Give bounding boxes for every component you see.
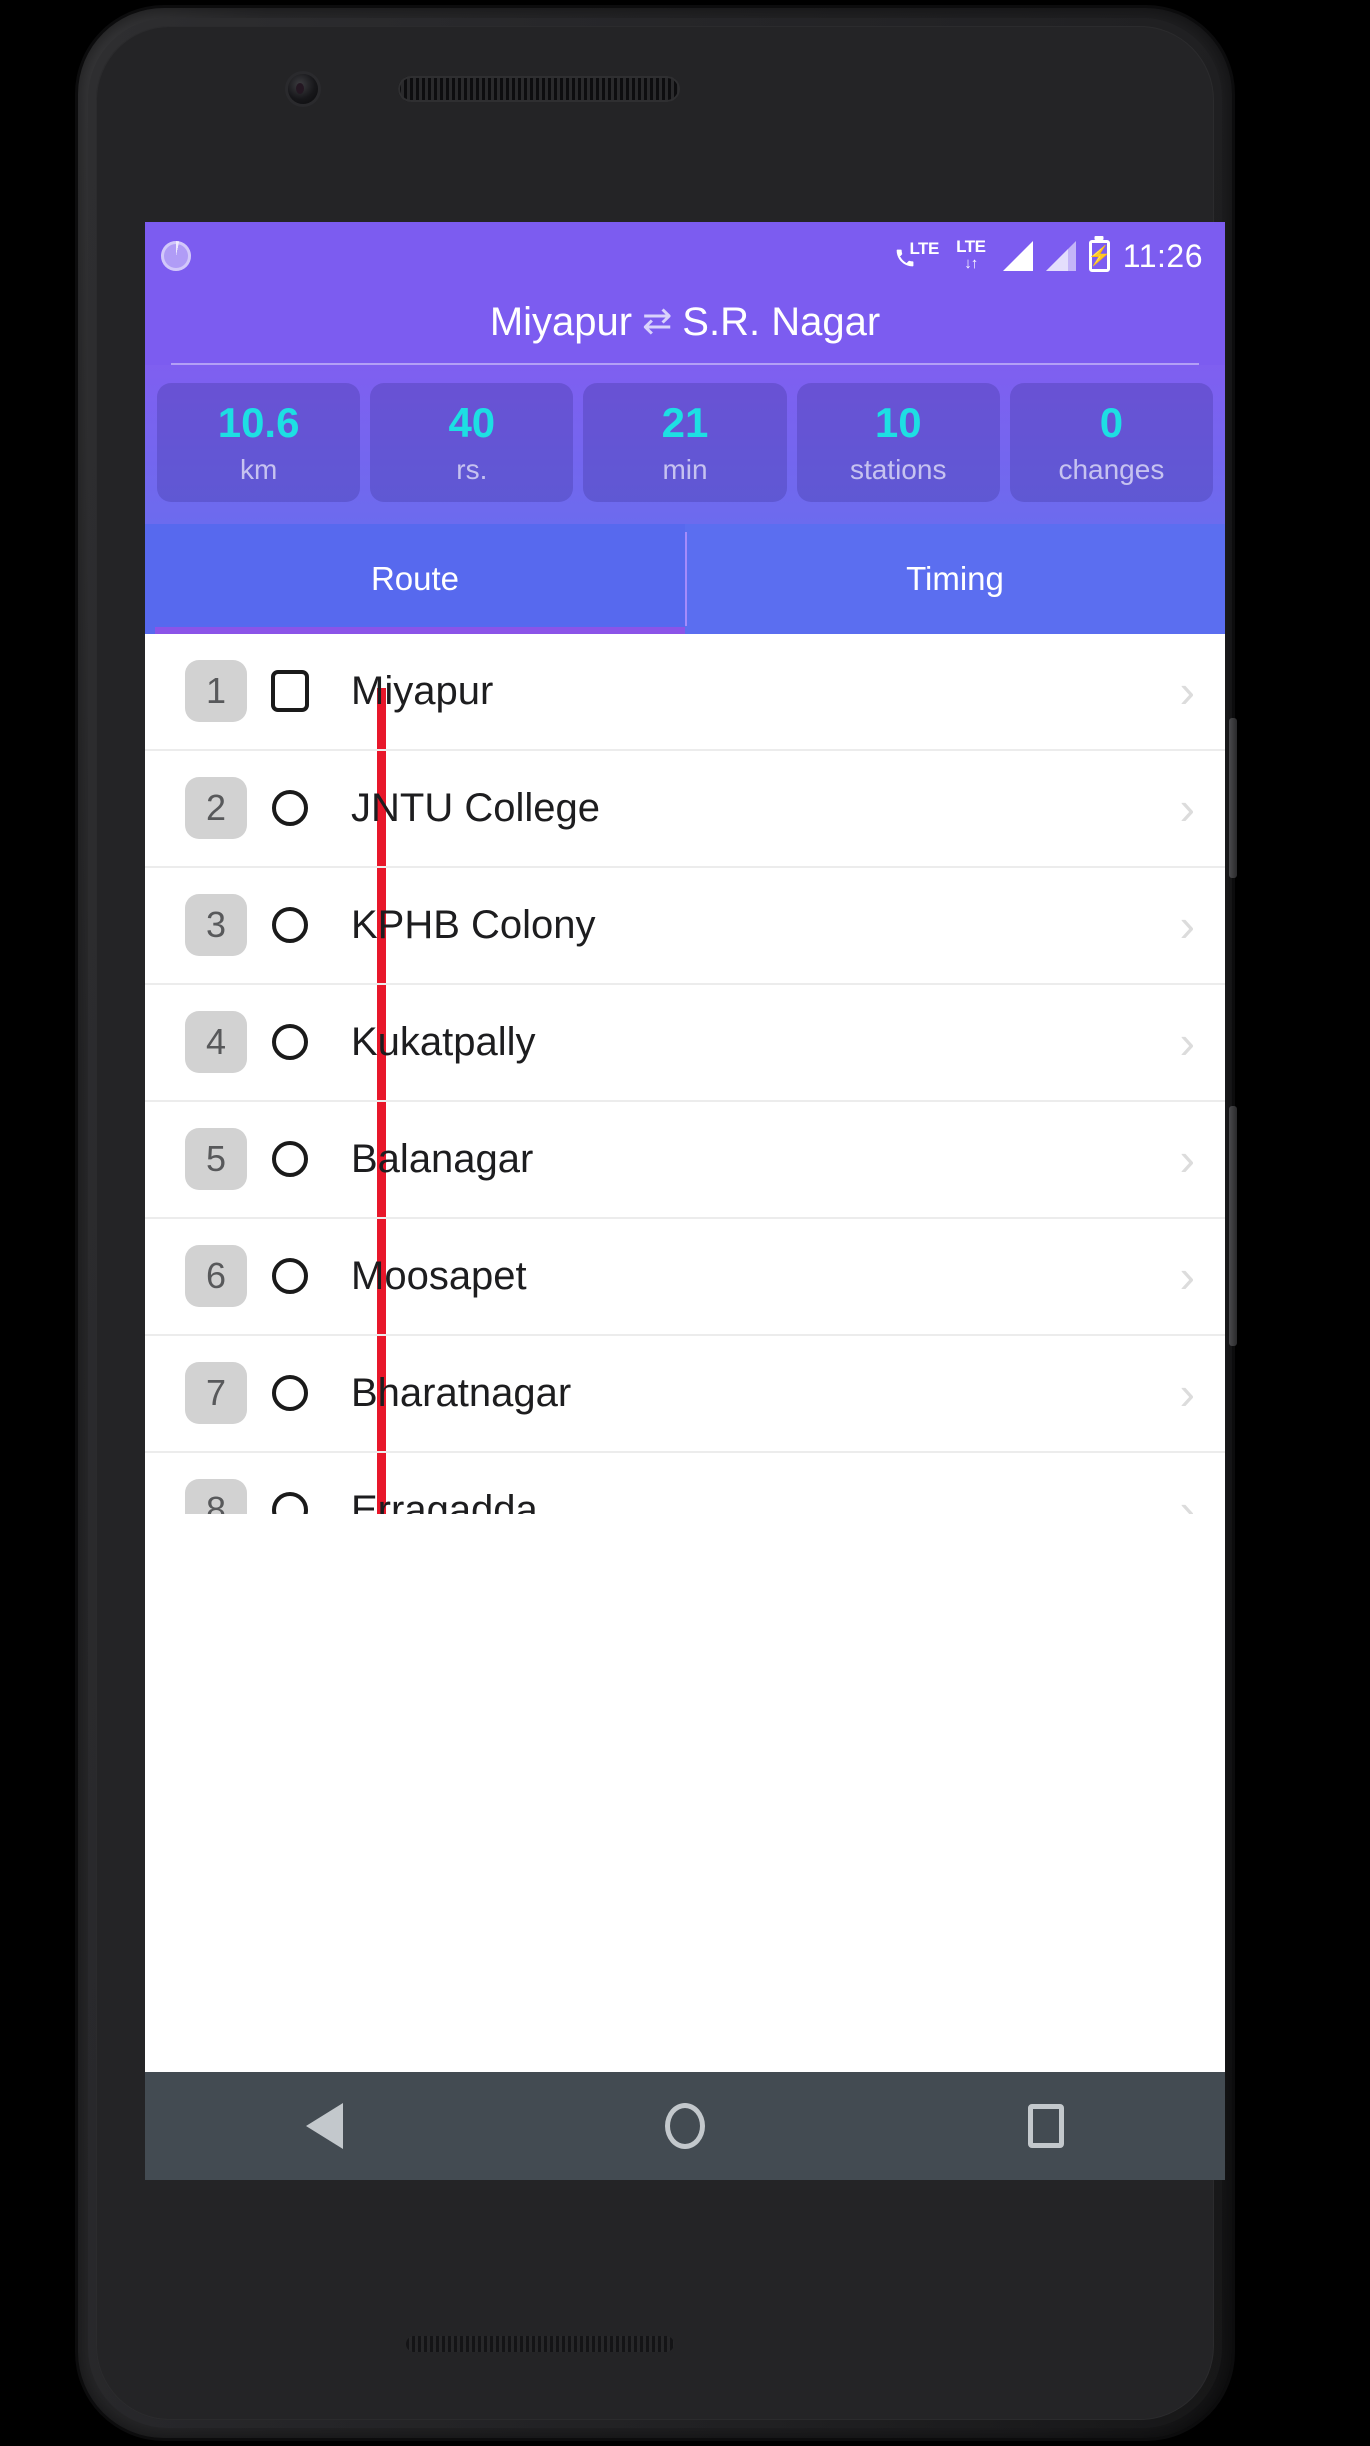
bottom-speaker-icon (406, 2336, 674, 2352)
stop-circle-icon (247, 1141, 333, 1178)
volte-label: LTE (909, 239, 939, 258)
route-origin: Miyapur (489, 300, 633, 344)
stat-label: changes (1058, 454, 1165, 486)
stat-value: 10.6 (217, 399, 300, 446)
stop-circle-icon (247, 790, 333, 827)
lte-label: LTE (956, 237, 986, 256)
status-bar-right: LTE LTE ↓↑ ⚡ 11:26 (895, 238, 1203, 275)
front-camera-icon (288, 74, 318, 104)
volte-call-icon: LTE (895, 239, 939, 273)
stat-value: 21 (661, 399, 709, 446)
status-bar-left (161, 241, 191, 271)
station-number-badge: 2 (185, 777, 247, 840)
tab-timing[interactable]: Timing (685, 524, 1225, 634)
table-row[interactable]: 8 Erragadda › (145, 1453, 1225, 1514)
station-number-badge: 4 (185, 1011, 247, 1074)
chevron-right-icon[interactable]: › (1180, 902, 1195, 948)
data-transfer-arrows-icon: ↓↑ (964, 255, 978, 272)
station-name: Kukatpally (351, 1019, 536, 1064)
stop-circle-icon (247, 1375, 333, 1412)
stop-circle-icon (247, 1258, 333, 1295)
station-list[interactable]: 1 Miyapur › 2 JNTU College › 3 KPHB Colo… (145, 633, 1225, 1514)
station-name: JNTU College (351, 785, 600, 830)
station-number-badge: 1 (185, 660, 247, 723)
table-row[interactable]: 3 KPHB Colony › (145, 868, 1225, 985)
route-destination: S.R. Nagar (682, 300, 881, 344)
stat-value: 10 (874, 399, 922, 446)
chevron-right-icon[interactable]: › (1180, 1136, 1195, 1182)
table-row[interactable]: 2 JNTU College › (145, 751, 1225, 868)
stat-value: 0 (1099, 399, 1124, 446)
stat-card-stations: 10 stations (796, 383, 1000, 502)
volume-button[interactable] (1229, 1106, 1237, 1346)
terminus-square-icon (247, 670, 333, 713)
chevron-right-icon[interactable]: › (1180, 1487, 1195, 1514)
tab-divider (685, 531, 687, 626)
station-number-badge: 6 (185, 1245, 247, 1308)
status-bar: LTE LTE ↓↑ ⚡ 11:26 (145, 222, 1225, 290)
earpiece-speaker-icon (398, 76, 680, 102)
page-title: Miyapur ⇄ S.R. Nagar (145, 300, 1225, 363)
home-circle-icon[interactable] (665, 2103, 706, 2149)
station-name: Balanagar (351, 1136, 534, 1181)
swap-direction-icon[interactable]: ⇄ (642, 300, 672, 342)
chevron-right-icon[interactable]: › (1180, 785, 1195, 831)
station-name: Miyapur (351, 668, 494, 713)
stat-card-fare: 40 rs. (370, 383, 574, 502)
station-number-badge: 3 (185, 894, 247, 957)
lte-data-icon: LTE ↓↑ (952, 238, 990, 274)
recents-square-icon[interactable] (1027, 2104, 1064, 2148)
stop-circle-icon (247, 907, 333, 944)
stat-label: rs. (456, 454, 488, 486)
route-stats-bar: 10.6 km 40 rs. 21 min 10 stations 0 chan… (145, 365, 1225, 524)
device-stage: LTE LTE ↓↑ ⚡ 11:26 Miyapur ⇄ S.R. Nagar … (0, 0, 1370, 2446)
table-row[interactable]: 4 Kukatpally › (145, 985, 1225, 1102)
station-number-badge: 7 (185, 1362, 247, 1425)
stat-card-distance: 10.6 km (157, 383, 361, 502)
stat-label: km (239, 454, 278, 486)
power-button[interactable] (1229, 718, 1237, 878)
back-triangle-icon[interactable] (306, 2103, 344, 2149)
table-row[interactable]: 6 Moosapet › (145, 1219, 1225, 1336)
station-name: Erragadda (351, 1487, 538, 1514)
tab-label: Route (370, 559, 460, 597)
battery-charging-icon: ⚡ (1087, 240, 1111, 272)
station-number-badge: 5 (185, 1128, 247, 1191)
app-bar: Miyapur ⇄ S.R. Nagar (145, 290, 1225, 365)
stat-value: 40 (448, 399, 496, 446)
sync-circle-icon (161, 241, 191, 271)
phone-screen: LTE LTE ↓↑ ⚡ 11:26 Miyapur ⇄ S.R. Nagar … (145, 222, 1225, 2180)
stat-card-duration: 21 min (583, 383, 787, 502)
chevron-right-icon[interactable]: › (1180, 668, 1195, 714)
station-number-badge: 8 (185, 1479, 247, 1514)
stop-circle-icon (247, 1492, 333, 1514)
stop-circle-icon (247, 1024, 333, 1061)
table-row[interactable]: 1 Miyapur › (145, 634, 1225, 751)
table-row[interactable]: 5 Balanagar › (145, 1102, 1225, 1219)
stat-card-changes: 0 changes (1009, 383, 1214, 502)
stat-label: min (662, 454, 708, 486)
chevron-right-icon[interactable]: › (1180, 1019, 1195, 1065)
station-name: Moosapet (351, 1253, 527, 1298)
signal-strength-sim2-icon (1045, 241, 1076, 271)
tab-route[interactable]: Route (145, 523, 685, 634)
stat-label: stations (849, 454, 947, 486)
android-nav-bar (145, 2072, 1225, 2180)
tab-label: Timing (906, 559, 1004, 597)
chevron-right-icon[interactable]: › (1180, 1370, 1195, 1416)
signal-strength-sim1-icon (1002, 241, 1033, 271)
station-name: KPHB Colony (351, 902, 596, 947)
tab-active-indicator (155, 626, 685, 634)
tab-bar: Route Timing (145, 523, 1225, 634)
table-row[interactable]: 7 Bharatnagar › (145, 1336, 1225, 1453)
status-bar-clock: 11:26 (1122, 237, 1203, 274)
station-name: Bharatnagar (351, 1370, 572, 1415)
chevron-right-icon[interactable]: › (1180, 1253, 1195, 1299)
